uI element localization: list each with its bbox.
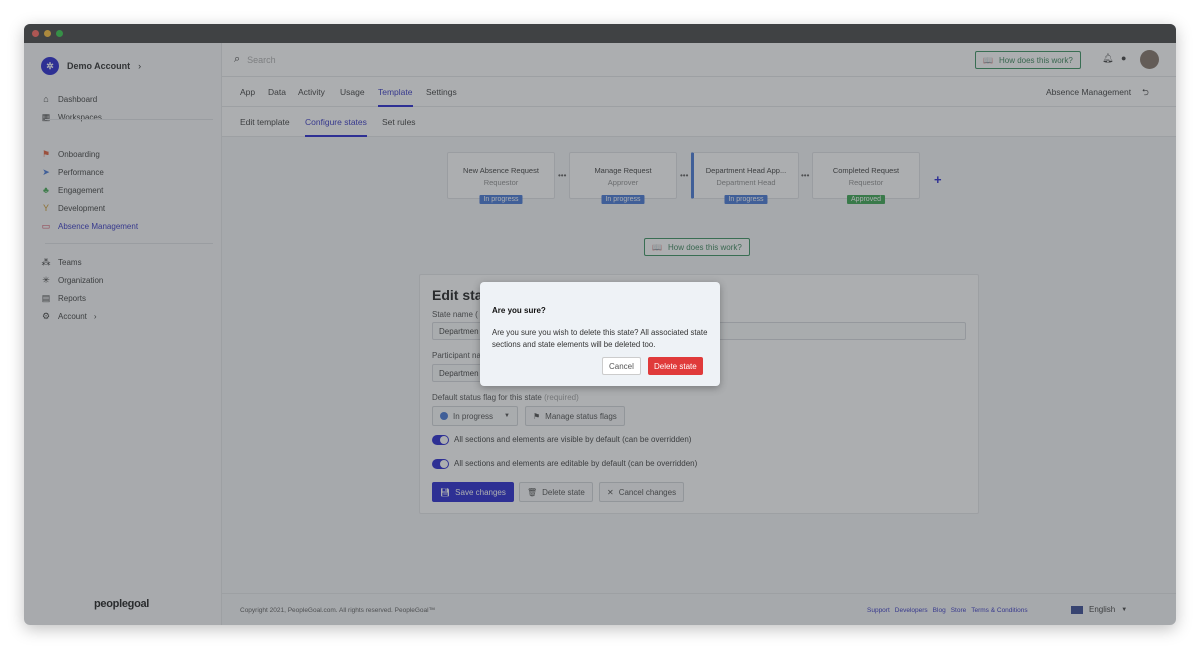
confirm-dialog: Are you sure? Are you sure you wish to d… bbox=[480, 282, 720, 386]
dialog-title: Are you sure? bbox=[492, 306, 546, 315]
cancel-button[interactable]: Cancel bbox=[602, 357, 641, 375]
dialog-message: Are you sure you wish to delete this sta… bbox=[492, 328, 708, 349]
app-window: ✲ Demo Account › ⌂ Dashboard ▦ Workspaces … bbox=[24, 24, 1176, 625]
delete-state-confirm-button[interactable]: Delete state bbox=[648, 357, 703, 375]
